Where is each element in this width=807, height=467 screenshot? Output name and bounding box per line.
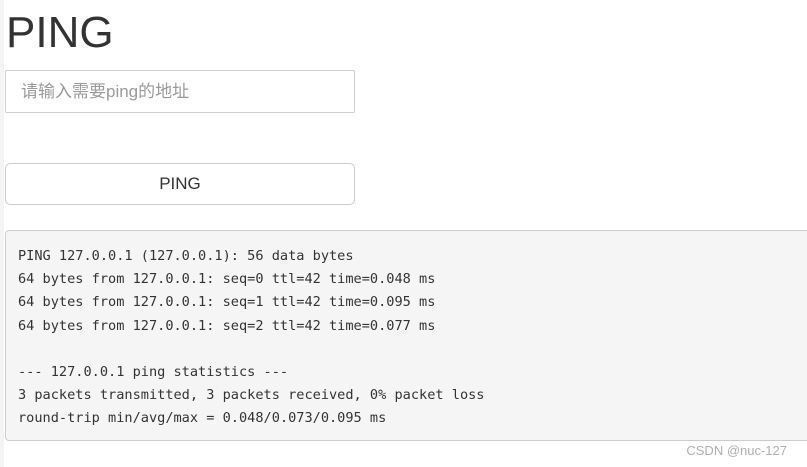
left-edge-divider bbox=[0, 0, 4, 467]
ping-page: PING PING PING 127.0.0.1 (127.0.0.1): 56… bbox=[0, 0, 807, 467]
address-input[interactable] bbox=[5, 70, 355, 113]
output-line: --- 127.0.0.1 ping statistics --- bbox=[18, 363, 289, 380]
watermark: CSDN @nuc-127 bbox=[686, 443, 787, 458]
ping-output-panel: PING 127.0.0.1 (127.0.0.1): 56 data byte… bbox=[5, 230, 807, 441]
output-line: PING 127.0.0.1 (127.0.0.1): 56 data byte… bbox=[18, 248, 354, 264]
output-line: 64 bytes from 127.0.0.1: seq=1 ttl=42 ti… bbox=[18, 294, 436, 311]
output-line: 64 bytes from 127.0.0.1: seq=0 ttl=42 ti… bbox=[18, 271, 436, 288]
output-line: 3 packets transmitted, 3 packets receive… bbox=[18, 387, 485, 404]
output-line: round-trip min/avg/max = 0.048/0.073/0.0… bbox=[18, 410, 387, 427]
page-title: PING bbox=[6, 8, 114, 57]
ping-button[interactable]: PING bbox=[5, 163, 355, 205]
output-line: 64 bytes from 127.0.0.1: seq=2 ttl=42 ti… bbox=[18, 317, 436, 334]
